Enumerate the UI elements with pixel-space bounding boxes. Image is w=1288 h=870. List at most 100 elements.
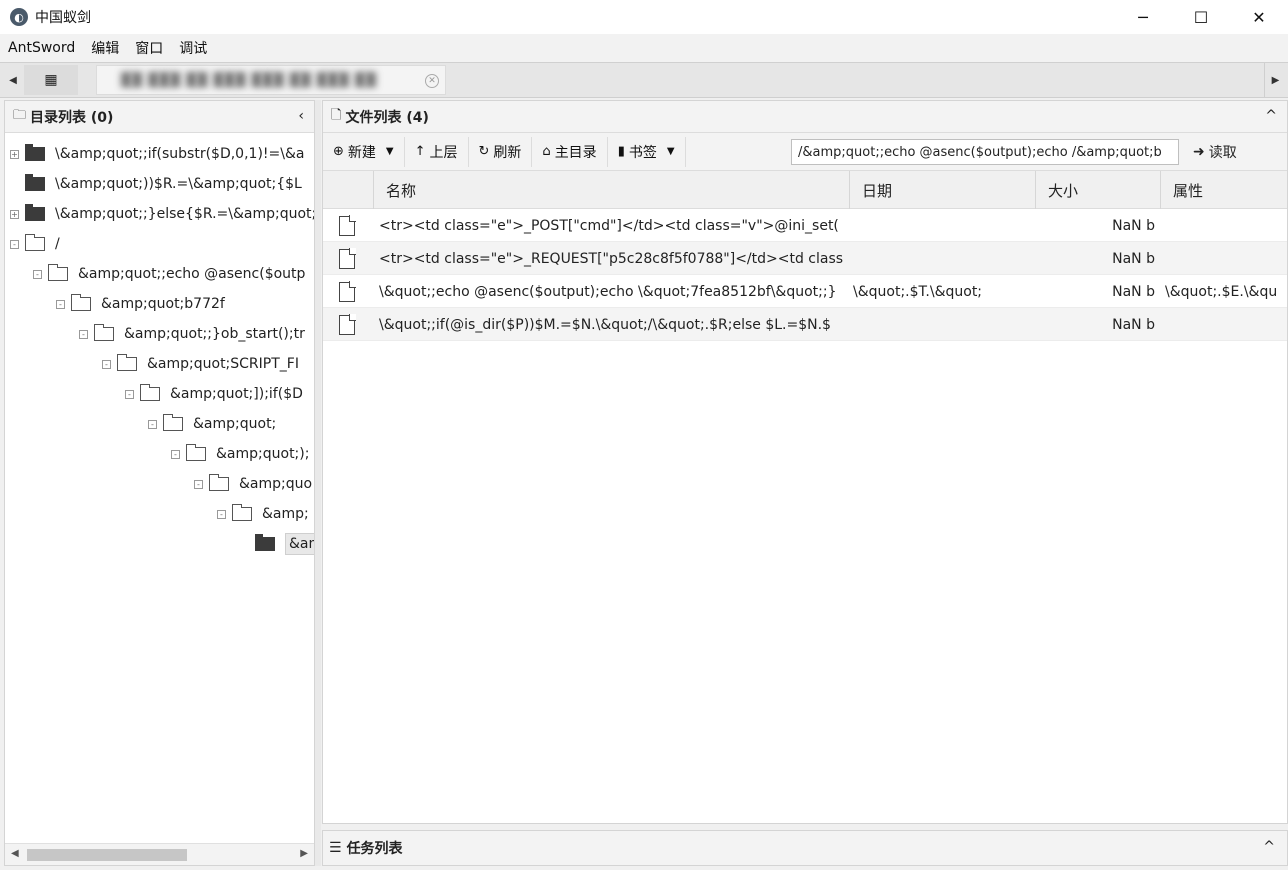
- panel-splitter[interactable]: [315, 100, 321, 866]
- tree-node-label[interactable]: &amp;quot;;echo @asenc($outp: [78, 266, 305, 282]
- menu-edit[interactable]: 编辑: [91, 38, 119, 58]
- cell-date: [853, 242, 1033, 275]
- scrollbar-thumb[interactable]: [27, 849, 187, 861]
- maximize-button[interactable]: ☐: [1172, 0, 1230, 34]
- expand-tasks-icon[interactable]: ^: [1263, 839, 1275, 855]
- folder-icon: 🗀: [13, 107, 27, 123]
- tree-node[interactable]: - /: [10, 229, 60, 259]
- tab-session[interactable]: ██ ███ ██ ███ ███ ██ ███ ██ ✕: [96, 65, 446, 95]
- tree-node[interactable]: \&amp;quot;))$R.=\&amp;quot;{$L: [10, 169, 302, 199]
- file-row[interactable]: <tr><td class="e">_POST["cmd"]</td><td c…: [323, 209, 1287, 242]
- up-button[interactable]: ↑ 上层: [405, 136, 469, 167]
- collapse-left-icon[interactable]: ‹: [298, 108, 304, 124]
- tree-node-label[interactable]: \&amp;quot;;if(substr($D,0,1)!=\&a: [55, 146, 304, 162]
- arrow-up-icon: ↑: [414, 144, 426, 159]
- bookmark-button[interactable]: ▮ 书签 ▼: [608, 136, 686, 167]
- collapse-icon[interactable]: -: [148, 419, 157, 429]
- tree-node[interactable]: + \&amp;quot;;}else{$R.=\&amp;quot;: [10, 199, 314, 229]
- tree-node[interactable]: - &amp;quot;;echo @asenc($outp: [33, 259, 305, 289]
- new-button[interactable]: ⊕ 新建 ▼: [323, 136, 405, 167]
- tree-node[interactable]: &am: [240, 529, 314, 559]
- tree-node[interactable]: - &amp;quot;;}ob_start();tr: [79, 319, 305, 349]
- collapse-icon[interactable]: -: [10, 239, 19, 249]
- home-label: 主目录: [554, 144, 597, 161]
- tree-node-label[interactable]: &amp;quot;SCRIPT_FI: [147, 356, 299, 372]
- scroll-right-icon[interactable]: ▶: [300, 848, 308, 859]
- task-panel-title: 任务列表: [346, 841, 403, 857]
- chevron-down-icon: ▼: [666, 146, 675, 157]
- menu-window[interactable]: 窗口: [135, 38, 163, 58]
- file-row[interactable]: \&quot;;echo @asenc($output);echo \&quot…: [323, 275, 1287, 308]
- tree-node[interactable]: + \&amp;quot;;if(substr($D,0,1)!=\&a: [10, 139, 304, 169]
- directory-tree: + \&amp;quot;;if(substr($D,0,1)!=\&a \&amp…: [5, 133, 314, 845]
- tab-session-label: ██ ███ ██ ███ ███ ██ ███ ██: [121, 72, 377, 88]
- tree-node-label[interactable]: &amp;: [262, 506, 309, 522]
- tab-home[interactable]: ▦: [24, 65, 78, 95]
- menu-bar: AntSword 编辑 窗口 调试: [0, 34, 1288, 62]
- read-button[interactable]: ➜ 读取: [1185, 137, 1245, 167]
- tree-node-label[interactable]: &amp;quot;: [193, 416, 276, 432]
- file-row[interactable]: <tr><td class="e">_REQUEST["p5c28c8f5f07…: [323, 242, 1287, 275]
- column-date[interactable]: 日期: [849, 171, 1035, 209]
- tree-node[interactable]: - &amp;quot;);: [171, 439, 309, 469]
- tree-node-label[interactable]: &amp;quot;b772f: [101, 296, 225, 312]
- folder-icon: [140, 384, 160, 401]
- expand-icon[interactable]: +: [10, 149, 19, 159]
- menu-debug[interactable]: 调试: [179, 38, 207, 58]
- tree-node[interactable]: - &amp;quot;: [148, 409, 276, 439]
- tree-node[interactable]: - &amp;quot;]);if($D: [125, 379, 303, 409]
- cell-date: \&quot;.$T.\&quot;: [853, 283, 983, 300]
- column-size[interactable]: 大小: [1035, 171, 1160, 209]
- minimize-button[interactable]: ─: [1114, 0, 1172, 34]
- collapse-icon[interactable]: -: [125, 389, 134, 399]
- bookmark-label: 书签: [628, 144, 657, 161]
- tree-node-label[interactable]: \&amp;quot;;}else{$R.=\&amp;quot;: [55, 206, 314, 222]
- tree-node-label[interactable]: /: [55, 236, 60, 252]
- menu-antsword[interactable]: AntSword: [8, 40, 75, 56]
- horizontal-scrollbar[interactable]: ◀ ▶: [5, 843, 314, 865]
- tree-node[interactable]: - &amp;quo: [194, 469, 312, 499]
- scroll-left-icon[interactable]: ◀: [11, 848, 19, 859]
- refresh-button[interactable]: ↻ 刷新: [469, 136, 533, 167]
- tree-node[interactable]: - &amp;quot;b772f: [56, 289, 225, 319]
- tree-node[interactable]: - &amp;: [217, 499, 309, 529]
- collapse-icon[interactable]: -: [56, 299, 65, 309]
- file-row[interactable]: \&quot;;if(@is_dir($P))$M.=$N.\&quot;/\&…: [323, 308, 1287, 341]
- up-label: 上层: [429, 144, 458, 161]
- path-input[interactable]: [791, 139, 1179, 165]
- tree-node-label[interactable]: &am: [285, 533, 314, 555]
- tab-scroll-right-icon[interactable]: ▶: [1264, 63, 1286, 97]
- cell-date: [853, 308, 1033, 341]
- tree-node-label[interactable]: \&amp;quot;))$R.=\&amp;quot;{$L: [55, 176, 302, 192]
- tree-node-label[interactable]: &amp;quot;);: [216, 446, 309, 462]
- collapse-icon[interactable]: -: [171, 449, 180, 459]
- cell-name: <tr><td class="e">_REQUEST["p5c28c8f5f07…: [379, 250, 844, 267]
- collapse-icon[interactable]: -: [33, 269, 42, 279]
- folder-icon: [25, 204, 45, 221]
- folder-icon: [117, 354, 137, 371]
- task-panel[interactable]: ☰ 任务列表 ^: [322, 830, 1288, 866]
- tab-scroll-left-icon[interactable]: ◀: [2, 63, 24, 97]
- collapse-icon[interactable]: -: [79, 329, 88, 339]
- collapse-icon[interactable]: -: [194, 479, 203, 489]
- folder-icon: [25, 174, 45, 191]
- collapse-icon[interactable]: -: [102, 359, 111, 369]
- close-button[interactable]: ✕: [1230, 0, 1288, 34]
- refresh-icon: ↻: [478, 144, 490, 159]
- column-name[interactable]: 名称: [373, 171, 849, 209]
- grid-icon: ▦: [44, 72, 58, 88]
- column-attr[interactable]: 属性: [1160, 171, 1287, 209]
- tab-close-icon[interactable]: ✕: [425, 74, 439, 88]
- tree-node-label[interactable]: &amp;quot;;}ob_start();tr: [124, 326, 305, 342]
- tree-node-label[interactable]: &amp;quo: [239, 476, 312, 492]
- folder-icon: [163, 414, 183, 431]
- home-dir-button[interactable]: ⌂ 主目录: [532, 136, 608, 167]
- tree-node[interactable]: - &amp;quot;SCRIPT_FI: [102, 349, 299, 379]
- expand-icon[interactable]: +: [10, 209, 19, 219]
- collapse-icon[interactable]: -: [217, 509, 226, 519]
- tab-strip: ◀ ▦ ██ ███ ██ ███ ███ ██ ███ ██ ✕ ▶: [0, 62, 1288, 98]
- tree-node-label[interactable]: &amp;quot;]);if($D: [170, 386, 303, 402]
- collapse-up-icon[interactable]: ^: [1265, 108, 1277, 124]
- title-bar: ◐ 中国蚁剑 ─ ☐ ✕: [0, 0, 1288, 34]
- list-icon: ☰: [329, 840, 342, 856]
